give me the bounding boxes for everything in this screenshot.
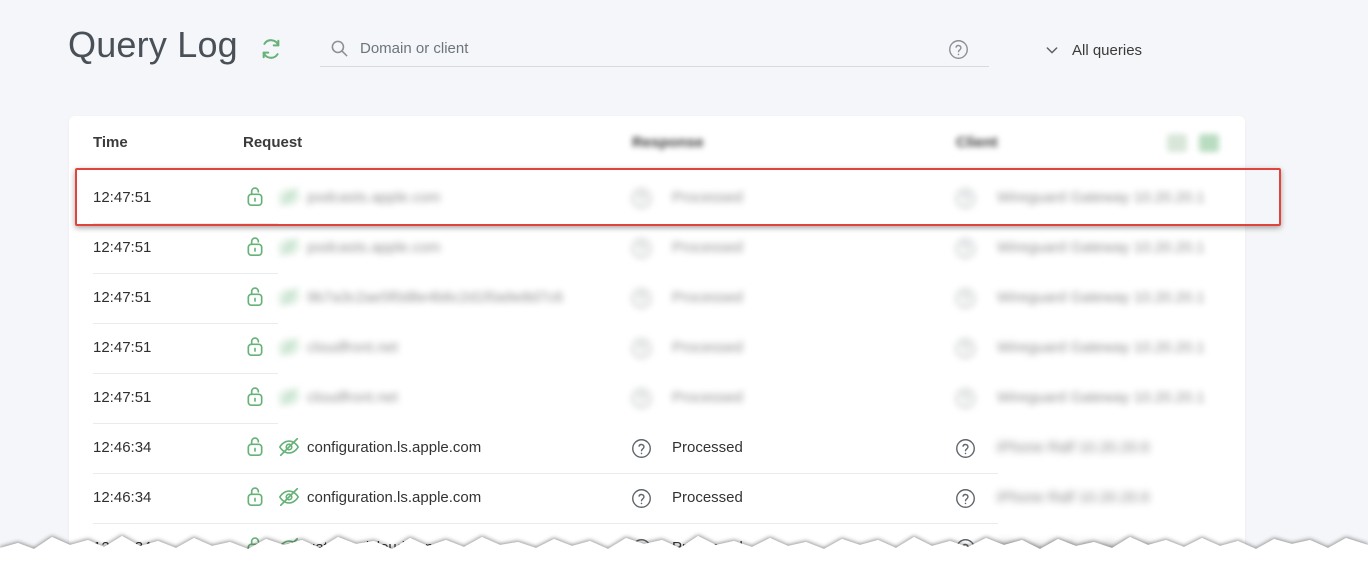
encrypted-lock-icon [247,187,263,206]
row-time: 12:47:51 [93,189,152,206]
torn-edge [0,536,1368,564]
client-help-icon[interactable] [955,388,976,409]
client-help-icon[interactable] [955,438,976,459]
row-domain[interactable]: cloudfront.net [307,339,398,356]
row-details: cloudfront.net Processed Wireguard Gateway… [278,324,1233,374]
row-client[interactable]: iPhone Ralf 10.20.20.6 [997,489,1150,506]
row-details: podcasts.apple.com Processed Wireguard Gat… [278,174,1233,224]
tracker-hidden-icon [278,287,300,307]
table-row[interactable]: 12:46:34 configuration.ls.apple.com Proces… [93,424,1233,474]
page-header: Query Log All queries [0,0,1368,100]
column-header-response[interactable]: Response [632,134,704,151]
search-bar [320,30,989,67]
row-response-status: Processed [672,189,743,206]
table-row[interactable]: 12:47:51 podcasts.apple.com Processed Wireg… [93,174,1233,224]
table-row[interactable]: 12:47:51 cloudfront.net Processed Wireguard… [93,374,1233,424]
row-response-status: Processed [672,239,743,256]
compact-view-toggle[interactable] [1167,134,1187,152]
row-client[interactable]: Wireguard Gateway 10.20.20.1 [997,339,1205,356]
row-time: 12:46:34 [93,439,152,456]
row-details: cloudfront.net Processed Wireguard Gateway… [278,374,1233,424]
tracker-hidden-icon [278,187,300,207]
response-help-icon[interactable] [631,238,652,259]
response-help-icon[interactable] [631,338,652,359]
row-domain[interactable]: configuration.ls.apple.com [307,439,481,456]
row-time: 12:47:51 [93,289,152,306]
row-client[interactable]: Wireguard Gateway 10.20.20.1 [997,189,1205,206]
column-header-request[interactable]: Request [243,134,302,151]
encrypted-lock-icon [247,287,263,306]
detailed-view-toggle[interactable] [1199,134,1219,152]
row-time: 12:47:51 [93,389,152,406]
row-client[interactable]: Wireguard Gateway 10.20.20.1 [997,389,1205,406]
query-filter-select[interactable]: All queries [1044,38,1142,62]
refresh-icon [262,39,280,59]
response-help-icon[interactable] [631,388,652,409]
row-details: configuration.ls.apple.com Processed iPhon… [278,424,1233,474]
row-response-status: Processed [672,439,743,456]
page-title: Query Log [68,24,238,65]
encrypted-lock-icon [247,337,263,356]
tracker-hidden-icon [278,387,300,407]
row-time: 12:46:34 [93,489,152,506]
column-header-time[interactable]: Time [93,134,128,151]
encrypted-lock-icon [247,387,263,406]
row-response-status: Processed [672,389,743,406]
client-help-icon[interactable] [955,338,976,359]
tracker-hidden-icon [278,437,300,457]
row-client[interactable]: Wireguard Gateway 10.20.20.1 [997,239,1205,256]
response-help-icon[interactable] [631,288,652,309]
query-filter-label: All queries [1072,41,1143,59]
help-icon[interactable] [948,39,969,60]
column-header-client[interactable]: Client [956,134,998,151]
client-help-icon[interactable] [955,238,976,259]
client-help-icon[interactable] [955,188,976,209]
client-help-icon[interactable] [955,488,976,509]
tracker-hidden-icon [278,237,300,257]
row-domain[interactable]: podcasts.apple.com [307,189,440,206]
response-help-icon[interactable] [631,188,652,209]
client-help-icon[interactable] [955,288,976,309]
row-domain[interactable]: cloudfront.net [307,389,398,406]
refresh-button[interactable] [258,36,284,62]
search-icon [331,40,348,57]
row-domain[interactable]: podcasts.apple.com [307,239,440,256]
row-client[interactable]: iPhone Ralf 10.20.20.6 [997,439,1150,456]
encrypted-lock-icon [247,487,263,506]
row-time: 12:47:51 [93,239,152,256]
row-details: 9b7a3c2ae5f0d8e4b6c2d1f0a9e8d7c6 Processe… [278,274,1233,324]
row-domain[interactable]: configuration.ls.apple.com [307,489,481,506]
table-row[interactable]: 12:47:51 9b7a3c2ae5f0d8e4b6c2d1f0a9e8d7c6… [93,274,1233,324]
row-time: 12:47:51 [93,339,152,356]
table-row[interactable]: 12:47:51 cloudfront.net Processed Wireguard… [93,324,1233,374]
tracker-hidden-icon [278,487,300,507]
row-details: configuration.ls.apple.com Processed iPhon… [278,474,1233,524]
response-help-icon[interactable] [631,438,652,459]
search-input[interactable] [360,36,920,60]
encrypted-lock-icon [247,237,263,256]
row-response-status: Processed [672,289,743,306]
row-domain[interactable]: 9b7a3c2ae5f0d8e4b6c2d1f0a9e8d7c6 [307,289,563,306]
row-client[interactable]: Wireguard Gateway 10.20.20.1 [997,289,1205,306]
encrypted-lock-icon [247,437,263,456]
row-response-status: Processed [672,489,743,506]
table-row[interactable]: 12:47:51 podcasts.apple.com Processed Wireg… [93,224,1233,274]
row-response-status: Processed [672,339,743,356]
response-help-icon[interactable] [631,488,652,509]
tracker-hidden-icon [278,337,300,357]
row-details: podcasts.apple.com Processed Wireguard Gat… [278,224,1233,274]
chevron-down-icon [1046,47,1058,54]
table-row[interactable]: 12:46:34 configuration.ls.apple.com Proces… [93,474,1233,524]
